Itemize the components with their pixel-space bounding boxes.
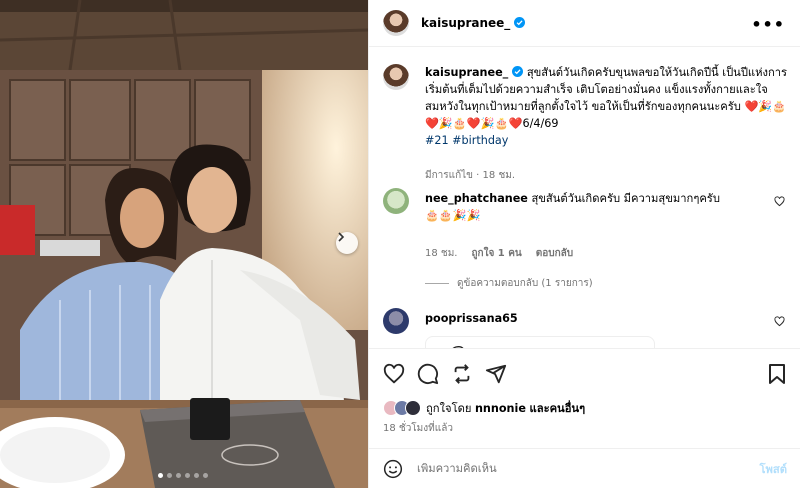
- caption-username[interactable]: kaisupranee_: [425, 66, 508, 79]
- post-sidebar: kaisupranee_ ••• kaisupranee_ สุขสันต์วั…: [368, 0, 800, 488]
- comment-icon: [417, 363, 439, 385]
- more-dots-icon: •••: [751, 15, 785, 34]
- verified-badge-icon: [514, 17, 526, 28]
- like-comment-icon[interactable]: [774, 316, 785, 327]
- heart-icon: [383, 363, 405, 384]
- next-photo-button[interactable]: [336, 232, 358, 254]
- comment-body: สุขสันต์วันเกิดครับ มีความสุขมากๆครับ: [531, 192, 720, 205]
- comment-username[interactable]: pooprissana65: [425, 312, 518, 325]
- comment-text: pooprissana65: [425, 310, 765, 327]
- carousel-dot: [185, 473, 190, 478]
- caption-hashtags[interactable]: #21 #birthday: [425, 134, 508, 147]
- carousel-dot: [203, 473, 208, 478]
- liked-by-text: ถูกใจโดย nnnonie และคนอื่นๆ: [426, 399, 585, 417]
- carousel-dot: [176, 473, 181, 478]
- carousel-dot: [158, 473, 163, 478]
- liked-by-others[interactable]: และคนอื่นๆ: [530, 402, 586, 415]
- comment-input[interactable]: [417, 462, 760, 475]
- comment-username[interactable]: nee_phatchanee: [425, 192, 528, 205]
- comment-button[interactable]: [417, 363, 439, 388]
- comments-scroll[interactable]: kaisupranee_ สุขสันต์วันเกิดครับขุนพลขอใ…: [369, 48, 800, 348]
- comment-emoji: 🎂🎂🎉🎉: [425, 209, 481, 222]
- liked-by-prefix: ถูกใจโดย: [426, 402, 472, 415]
- post-modal: kaisupranee_ ••• kaisupranee_ สุขสันต์วั…: [0, 0, 800, 488]
- like-button[interactable]: [383, 363, 405, 388]
- carousel-dot: [167, 473, 172, 478]
- bookmark-icon: [769, 364, 785, 384]
- comment-text: nee_phatchanee สุขสันต์วันเกิดครับ มีควา…: [425, 190, 765, 224]
- view-replies-button[interactable]: ดูข้อความตอบกลับ (1 รายการ): [425, 276, 593, 291]
- avatar[interactable]: [383, 188, 409, 214]
- avatar[interactable]: [383, 64, 409, 90]
- liker-avatar[interactable]: [405, 400, 421, 416]
- action-bar: ถูกใจโดย nnnonie และคนอื่นๆ 18 ชั่วโมงที…: [369, 348, 800, 448]
- comment-time: 18 ชม.: [425, 248, 458, 259]
- save-button[interactable]: [767, 363, 787, 388]
- photo-image: [0, 0, 368, 488]
- post-header: kaisupranee_ •••: [369, 0, 800, 47]
- repost-button[interactable]: [451, 363, 473, 388]
- handwriting-image: [452, 346, 464, 348]
- liked-by-user[interactable]: nnnonie: [475, 402, 526, 415]
- divider: [425, 283, 449, 284]
- chevron-right-icon: [338, 232, 345, 242]
- caption-meta: มีการแก้ไข · 18 ชม.: [425, 170, 515, 181]
- avatar[interactable]: [383, 308, 409, 334]
- post-time[interactable]: 18 ชั่วโมงที่แล้ว: [383, 421, 453, 436]
- comment-composer: โพสต์: [369, 448, 800, 488]
- comment-likes[interactable]: ถูกใจ 1 คน: [471, 246, 521, 261]
- repost-icon: [454, 364, 470, 384]
- emoji-icon[interactable]: [383, 459, 403, 479]
- view-replies-label: ดูข้อความตอบกลับ (1 รายการ): [457, 278, 593, 289]
- like-comment-icon[interactable]: [774, 196, 785, 207]
- reply-button[interactable]: ตอบกลับ: [536, 246, 573, 261]
- post-photo[interactable]: [0, 0, 368, 488]
- verified-badge-icon: [512, 66, 524, 77]
- comment-sticker: [425, 336, 655, 348]
- share-icon: [485, 364, 507, 384]
- post-comment-button[interactable]: โพสต์: [760, 460, 787, 478]
- avatar[interactable]: [383, 10, 409, 36]
- carousel-dots: [158, 473, 208, 478]
- post-username[interactable]: kaisupranee_: [421, 16, 526, 30]
- carousel-dot: [194, 473, 199, 478]
- caption-text: kaisupranee_ สุขสันต์วันเกิดครับขุนพลขอใ…: [425, 64, 797, 149]
- username-text[interactable]: kaisupranee_: [421, 16, 510, 30]
- share-button[interactable]: [485, 363, 507, 388]
- action-icons: [383, 363, 507, 388]
- liked-by: ถูกใจโดย nnnonie และคนอื่นๆ: [383, 399, 585, 417]
- more-options-button[interactable]: •••: [751, 15, 785, 34]
- comment-meta: 18 ชม. ถูกใจ 1 คน ตอบกลับ: [425, 246, 573, 261]
